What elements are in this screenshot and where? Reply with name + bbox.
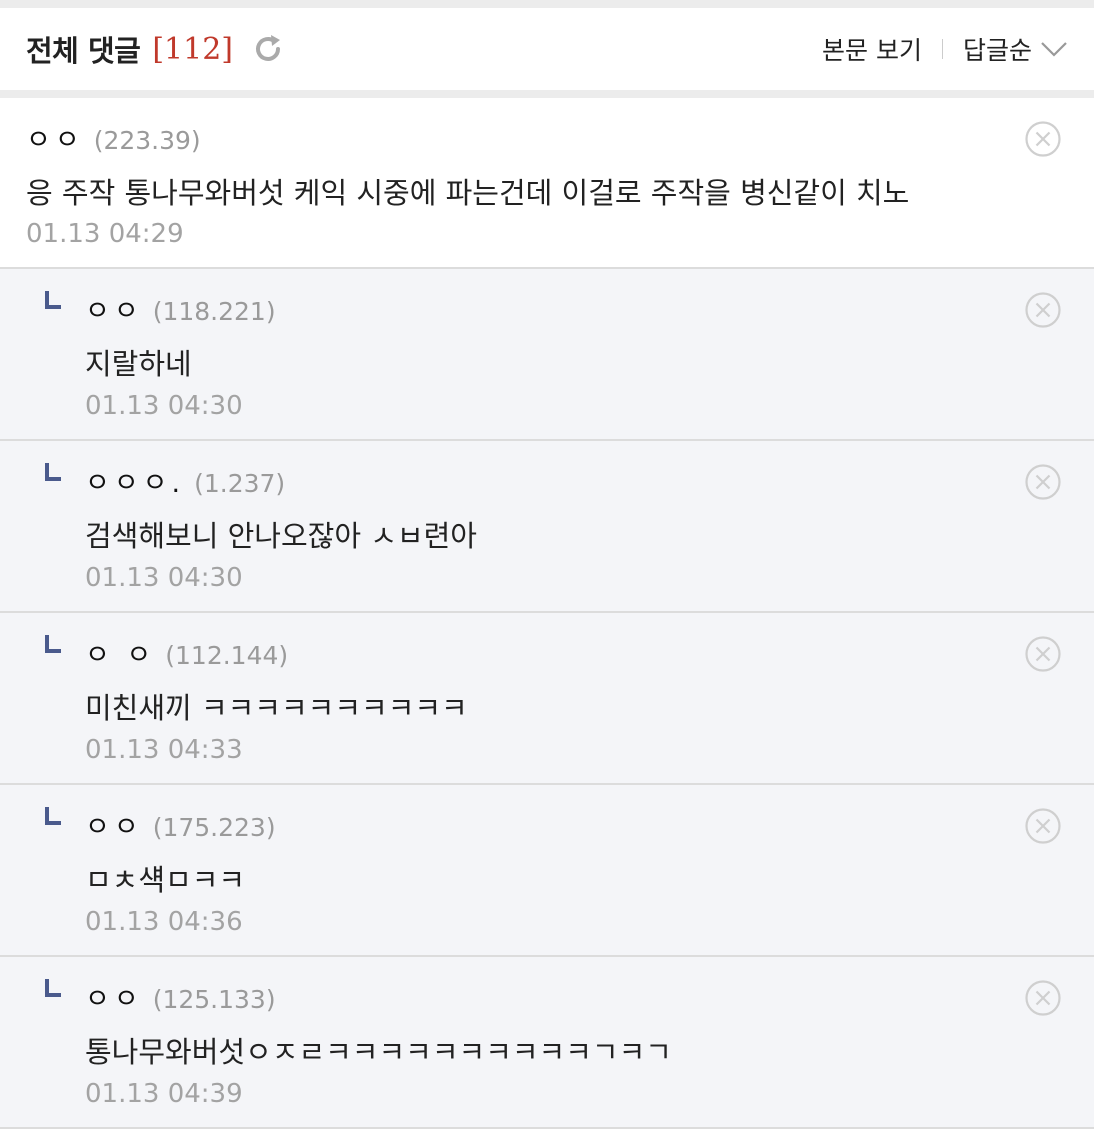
comment-count: [112] bbox=[152, 31, 233, 67]
comment-nickname[interactable]: ㅇㅇ bbox=[85, 289, 143, 328]
reply-arrow-icon bbox=[45, 463, 61, 481]
sort-label: 답글순 bbox=[962, 36, 1032, 65]
view-post-link[interactable]: 본문 보기 bbox=[822, 31, 922, 67]
reply-arrow-icon bbox=[45, 635, 61, 653]
comment-nickname[interactable]: ㅇㅇ bbox=[85, 805, 143, 844]
comments-page: 전체 댓글 [112] 본문 보기 답글순 ㅇㅇ (223.39) 응 주작 통… bbox=[0, 0, 1094, 1133]
close-circle-icon[interactable] bbox=[1024, 807, 1062, 845]
reply-item: ㅇㅇ (125.133) 통나무와버섯ㅇㅈㄹㅋㅋㅋㅋㅋㅋㅋㅋㅋㅋㄱㅋㄱ 01.1… bbox=[0, 957, 1094, 1129]
chevron-down-icon bbox=[1041, 42, 1067, 57]
comment-meta: ㅇㅇ (118.221) bbox=[85, 289, 276, 328]
comment-nickname[interactable]: ㅇㅇㅇ. bbox=[85, 461, 184, 500]
comment-date: 01.13 04:29 bbox=[26, 219, 184, 249]
comment-meta: ㅇㅇ (125.133) bbox=[85, 977, 276, 1016]
comment-text: 응 주작 통나무와버섯 케익 시중에 파는건데 이걸로 주작을 병신같이 치노 bbox=[26, 176, 910, 210]
header-divider bbox=[941, 39, 943, 59]
header-right: 본문 보기 답글순 bbox=[822, 31, 1068, 67]
close-circle-icon[interactable] bbox=[1024, 291, 1062, 329]
comment-text: 미친새끼 ㅋㅋㅋㅋㅋㅋㅋㅋㅋㅋ bbox=[85, 691, 468, 725]
close-circle-icon[interactable] bbox=[1024, 635, 1062, 673]
comment-ip: (1.237) bbox=[194, 469, 286, 498]
comment-ip: (223.39) bbox=[93, 126, 201, 155]
header-left: 전체 댓글 [112] bbox=[26, 28, 285, 70]
top-divider bbox=[0, 0, 1094, 8]
comment-date: 01.13 04:39 bbox=[85, 1079, 243, 1109]
comment-ip: (125.133) bbox=[152, 985, 276, 1014]
comment-meta: ㅇ ㅇ (112.144) bbox=[85, 633, 288, 672]
comment-date: 01.13 04:36 bbox=[85, 907, 243, 937]
sort-dropdown[interactable]: 답글순 bbox=[963, 31, 1068, 67]
close-circle-icon[interactable] bbox=[1024, 463, 1062, 501]
comment-text: ㅁㅊ섁ㅁㅋㅋ bbox=[85, 863, 246, 897]
comment-item: ㅇㅇ (223.39) 응 주작 통나무와버섯 케익 시중에 파는건데 이걸로 … bbox=[0, 98, 1094, 269]
comment-nickname[interactable]: ㅇㅇ bbox=[85, 977, 143, 1016]
comment-date: 01.13 04:30 bbox=[85, 391, 243, 421]
refresh-icon[interactable] bbox=[251, 32, 285, 66]
comment-ip: (112.144) bbox=[165, 641, 289, 670]
reply-arrow-icon bbox=[45, 291, 61, 309]
comments-header: 전체 댓글 [112] 본문 보기 답글순 bbox=[0, 8, 1094, 90]
comment-nickname[interactable]: ㅇ ㅇ bbox=[85, 633, 155, 672]
reply-item: ㅇㅇ (118.221) 지랄하네 01.13 04:30 bbox=[0, 269, 1094, 441]
comment-meta: ㅇㅇ (223.39) bbox=[26, 118, 201, 157]
comment-text: 통나무와버섯ㅇㅈㄹㅋㅋㅋㅋㅋㅋㅋㅋㅋㅋㄱㅋㄱ bbox=[85, 1035, 672, 1069]
close-circle-icon[interactable] bbox=[1024, 979, 1062, 1017]
comment-meta: ㅇㅇ (175.223) bbox=[85, 805, 276, 844]
header-separator bbox=[0, 90, 1094, 98]
comment-ip: (175.223) bbox=[152, 813, 276, 842]
reply-item: ㅇㅇ (175.223) ㅁㅊ섁ㅁㅋㅋ 01.13 04:36 bbox=[0, 785, 1094, 957]
comment-date: 01.13 04:30 bbox=[85, 563, 243, 593]
close-circle-icon[interactable] bbox=[1024, 120, 1062, 158]
comment-meta: ㅇㅇㅇ. (1.237) bbox=[85, 461, 285, 500]
comment-ip: (118.221) bbox=[152, 297, 276, 326]
reply-arrow-icon bbox=[45, 979, 61, 997]
reply-item: ㅇ ㅇ (112.144) 미친새끼 ㅋㅋㅋㅋㅋㅋㅋㅋㅋㅋ 01.13 04:3… bbox=[0, 613, 1094, 785]
comments-title: 전체 댓글 bbox=[26, 34, 141, 68]
comment-text: 지랄하네 bbox=[85, 347, 192, 381]
comment-nickname[interactable]: ㅇㅇ bbox=[26, 118, 84, 157]
reply-arrow-icon bbox=[45, 807, 61, 825]
comment-date: 01.13 04:33 bbox=[85, 735, 243, 765]
comment-text: 검색해보니 안나오잖아 ㅅㅂ련아 bbox=[85, 519, 477, 553]
reply-item: ㅇㅇㅇ. (1.237) 검색해보니 안나오잖아 ㅅㅂ련아 01.13 04:3… bbox=[0, 441, 1094, 613]
